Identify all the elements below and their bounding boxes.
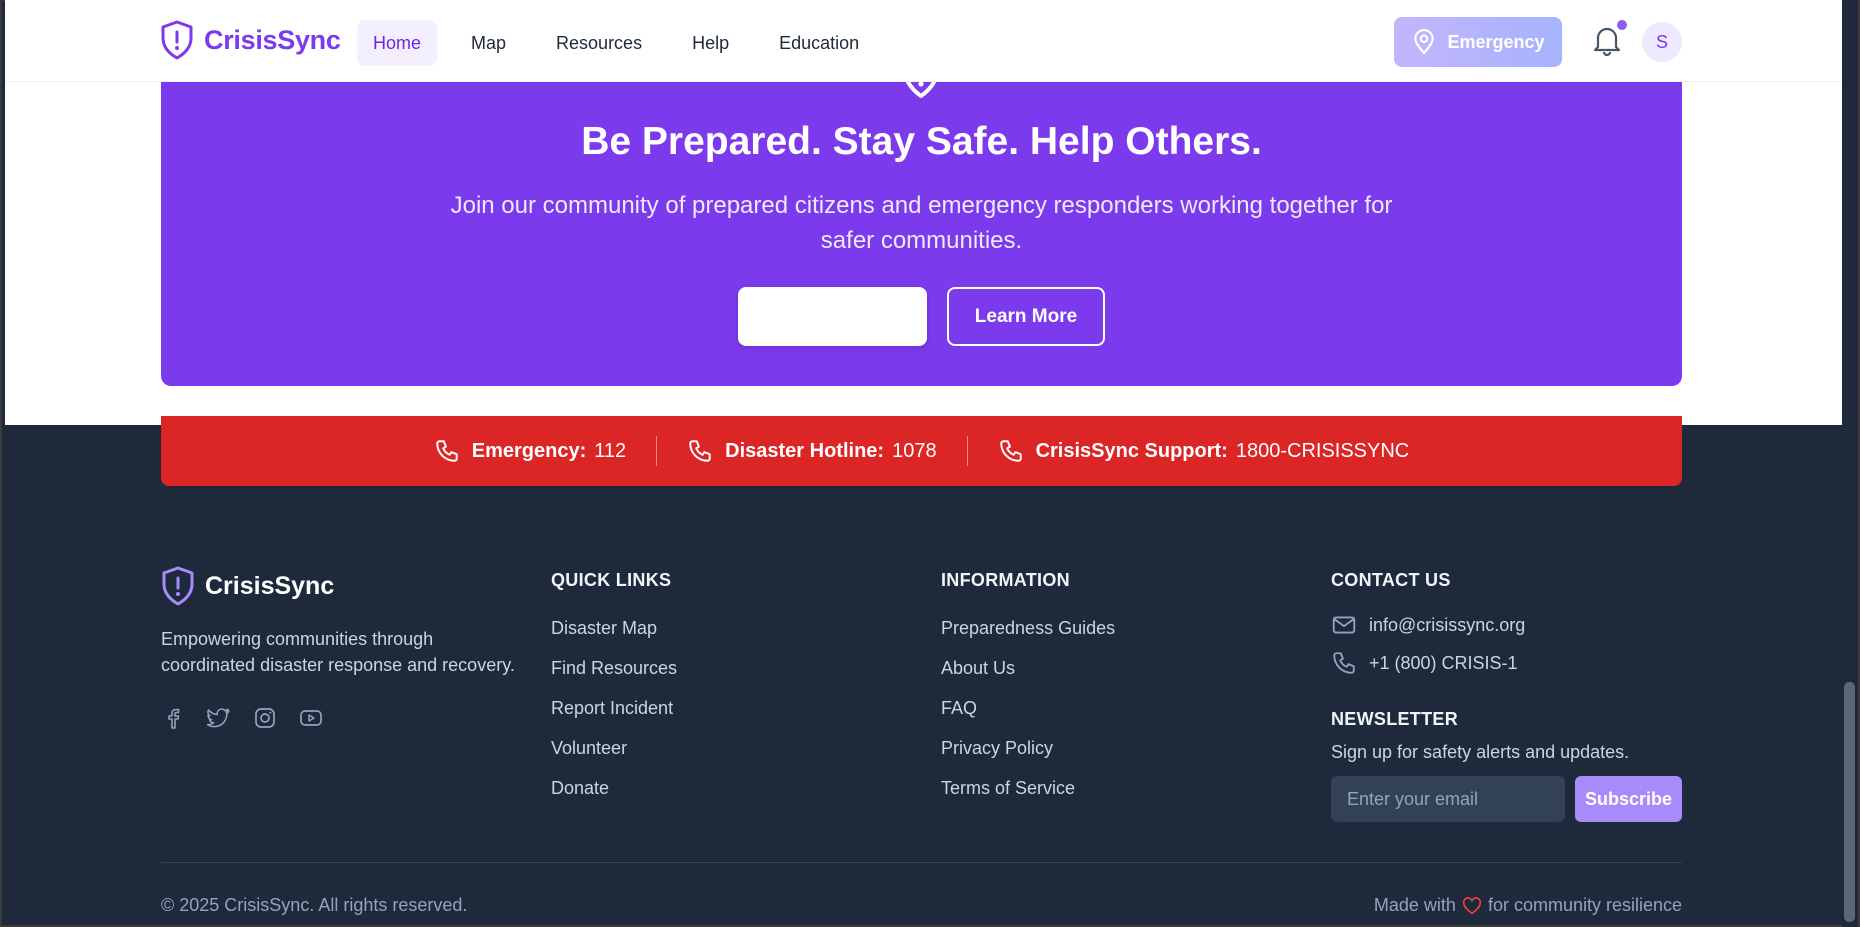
hotline-label: CrisisSync Support: — [1035, 439, 1228, 462]
footer-description: Empowering communities through coordinat… — [161, 629, 515, 675]
contact-email-text: info@crisissync.org — [1369, 614, 1526, 635]
instagram-icon[interactable] — [253, 706, 277, 730]
footer-brand-name: CrisisSync — [205, 571, 335, 600]
hotline-label: Disaster Hotline: — [725, 439, 885, 462]
link-find-resources[interactable]: Find Resources — [551, 656, 677, 696]
made-with-prefix: Made with — [1373, 895, 1456, 915]
nav-education[interactable]: Education — [763, 20, 875, 66]
information-heading: INFORMATION — [941, 570, 1070, 590]
youtube-icon[interactable] — [299, 706, 323, 730]
hotline-support[interactable]: CrisisSync Support: 1800-CRISISSYNC — [968, 438, 1440, 464]
social-links — [161, 706, 323, 730]
hero-title: Be Prepared. Stay Safe. Help Others. — [581, 120, 1262, 163]
information-list: Preparedness Guides About Us FAQ Privacy… — [941, 616, 1115, 816]
quick-links-heading: QUICK LINKS — [551, 570, 672, 590]
top-navbar: CrisisSync Home Map Resources Help Educa… — [5, 0, 1842, 82]
twitter-icon[interactable] — [207, 706, 231, 730]
made-with-suffix: for community resilience — [1487, 895, 1682, 915]
link-disaster-map[interactable]: Disaster Map — [551, 616, 677, 656]
hotline-number: 1800-CRISISSYNC — [1235, 439, 1410, 462]
learn-more-button[interactable]: Learn More — [947, 287, 1105, 346]
notification-badge — [1617, 20, 1627, 30]
copyright: © 2025 CrisisSync. All rights reserved. — [161, 895, 468, 915]
nav-home[interactable]: Home — [357, 20, 438, 66]
link-terms-of-service[interactable]: Terms of Service — [941, 776, 1115, 816]
shield-alert-icon — [162, 566, 194, 606]
nav-help[interactable]: Help — [676, 20, 745, 66]
hotline-number: 112 — [594, 439, 627, 462]
quick-links-list: Disaster Map Find Resources Report Incid… — [551, 616, 677, 816]
newsletter-heading: NEWSLETTER — [1331, 709, 1458, 729]
contact-email[interactable]: info@crisissync.org — [1331, 612, 1525, 638]
hotline-number: 1078 — [892, 439, 937, 462]
link-report-incident[interactable]: Report Incident — [551, 696, 677, 736]
facebook-icon[interactable] — [161, 706, 185, 730]
newsletter-email-input[interactable] — [1331, 776, 1565, 822]
contact-phone[interactable]: +1 (800) CRISIS-1 — [1331, 650, 1518, 676]
link-faq[interactable]: FAQ — [941, 696, 1115, 736]
nav-map[interactable]: Map — [455, 20, 522, 66]
phone-icon — [999, 440, 1022, 462]
map-pin-icon — [1414, 29, 1435, 55]
get-started-button[interactable] — [738, 287, 927, 346]
link-volunteer[interactable]: Volunteer — [551, 736, 677, 776]
hotline-disaster[interactable]: Disaster Hotline: 1078 — [657, 438, 966, 464]
brand-name: CrisisSync — [204, 24, 341, 55]
footer-divider — [161, 862, 1682, 863]
emergency-button[interactable]: Emergency — [1394, 17, 1562, 67]
hero-subtitle: Join our community of prepared citizens … — [450, 192, 1393, 254]
phone-icon — [436, 440, 458, 462]
mail-icon — [1332, 616, 1356, 634]
contact-phone-text: +1 (800) CRISIS-1 — [1369, 652, 1518, 673]
scrollbar-thumb[interactable] — [1844, 682, 1855, 922]
phone-icon — [1333, 652, 1355, 674]
footer-brand[interactable]: CrisisSync — [161, 566, 334, 606]
hotline-label: Emergency: — [471, 439, 587, 462]
bell-icon[interactable] — [1592, 24, 1622, 56]
nav-resources[interactable]: Resources — [540, 20, 658, 66]
link-donate[interactable]: Donate — [551, 776, 677, 816]
user-avatar[interactable]: S — [1642, 22, 1682, 62]
link-privacy-policy[interactable]: Privacy Policy — [941, 736, 1115, 776]
brand-logo[interactable]: CrisisSync — [160, 20, 341, 60]
heart-icon — [1462, 896, 1482, 914]
main-nav: Home Map Resources Help Education — [357, 20, 893, 66]
subscribe-button[interactable]: Subscribe — [1575, 776, 1682, 822]
hotline-emergency[interactable]: Emergency: 112 — [404, 438, 656, 464]
hotline-bar: Emergency: 112 Disaster Hotline: 1078 Cr… — [161, 416, 1682, 486]
made-with-note: Made with for community resilience — [1374, 895, 1682, 916]
emergency-label: Emergency — [1447, 31, 1545, 52]
shield-alert-icon — [161, 20, 193, 60]
link-preparedness-guides[interactable]: Preparedness Guides — [941, 616, 1115, 656]
link-about-us[interactable]: About Us — [941, 656, 1115, 696]
contact-heading: CONTACT US — [1331, 570, 1451, 590]
phone-icon — [689, 440, 711, 462]
newsletter-text: Sign up for safety alerts and updates. — [1331, 742, 1630, 762]
